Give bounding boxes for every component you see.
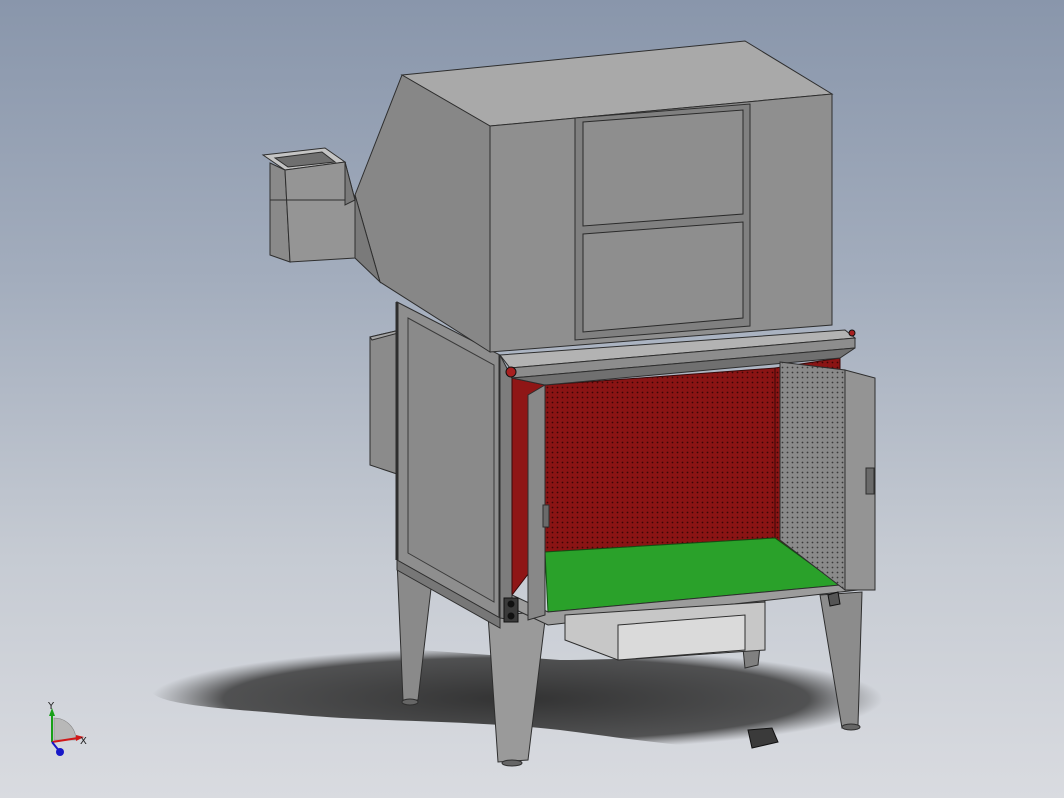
3d-model-spray-booth[interactable] <box>0 0 1064 798</box>
triad-y-label: Y <box>47 701 55 712</box>
triad-x-label: X <box>80 736 87 747</box>
graphics-viewport[interactable]: Y X <box>0 0 1064 798</box>
triad-view-icon <box>53 717 77 741</box>
inlet-duct <box>261 147 356 263</box>
booth-left-wall <box>395 301 502 629</box>
interior-back-wall <box>544 367 776 553</box>
coordinate-triad: Y X <box>47 701 87 756</box>
filter-housing <box>354 40 834 353</box>
